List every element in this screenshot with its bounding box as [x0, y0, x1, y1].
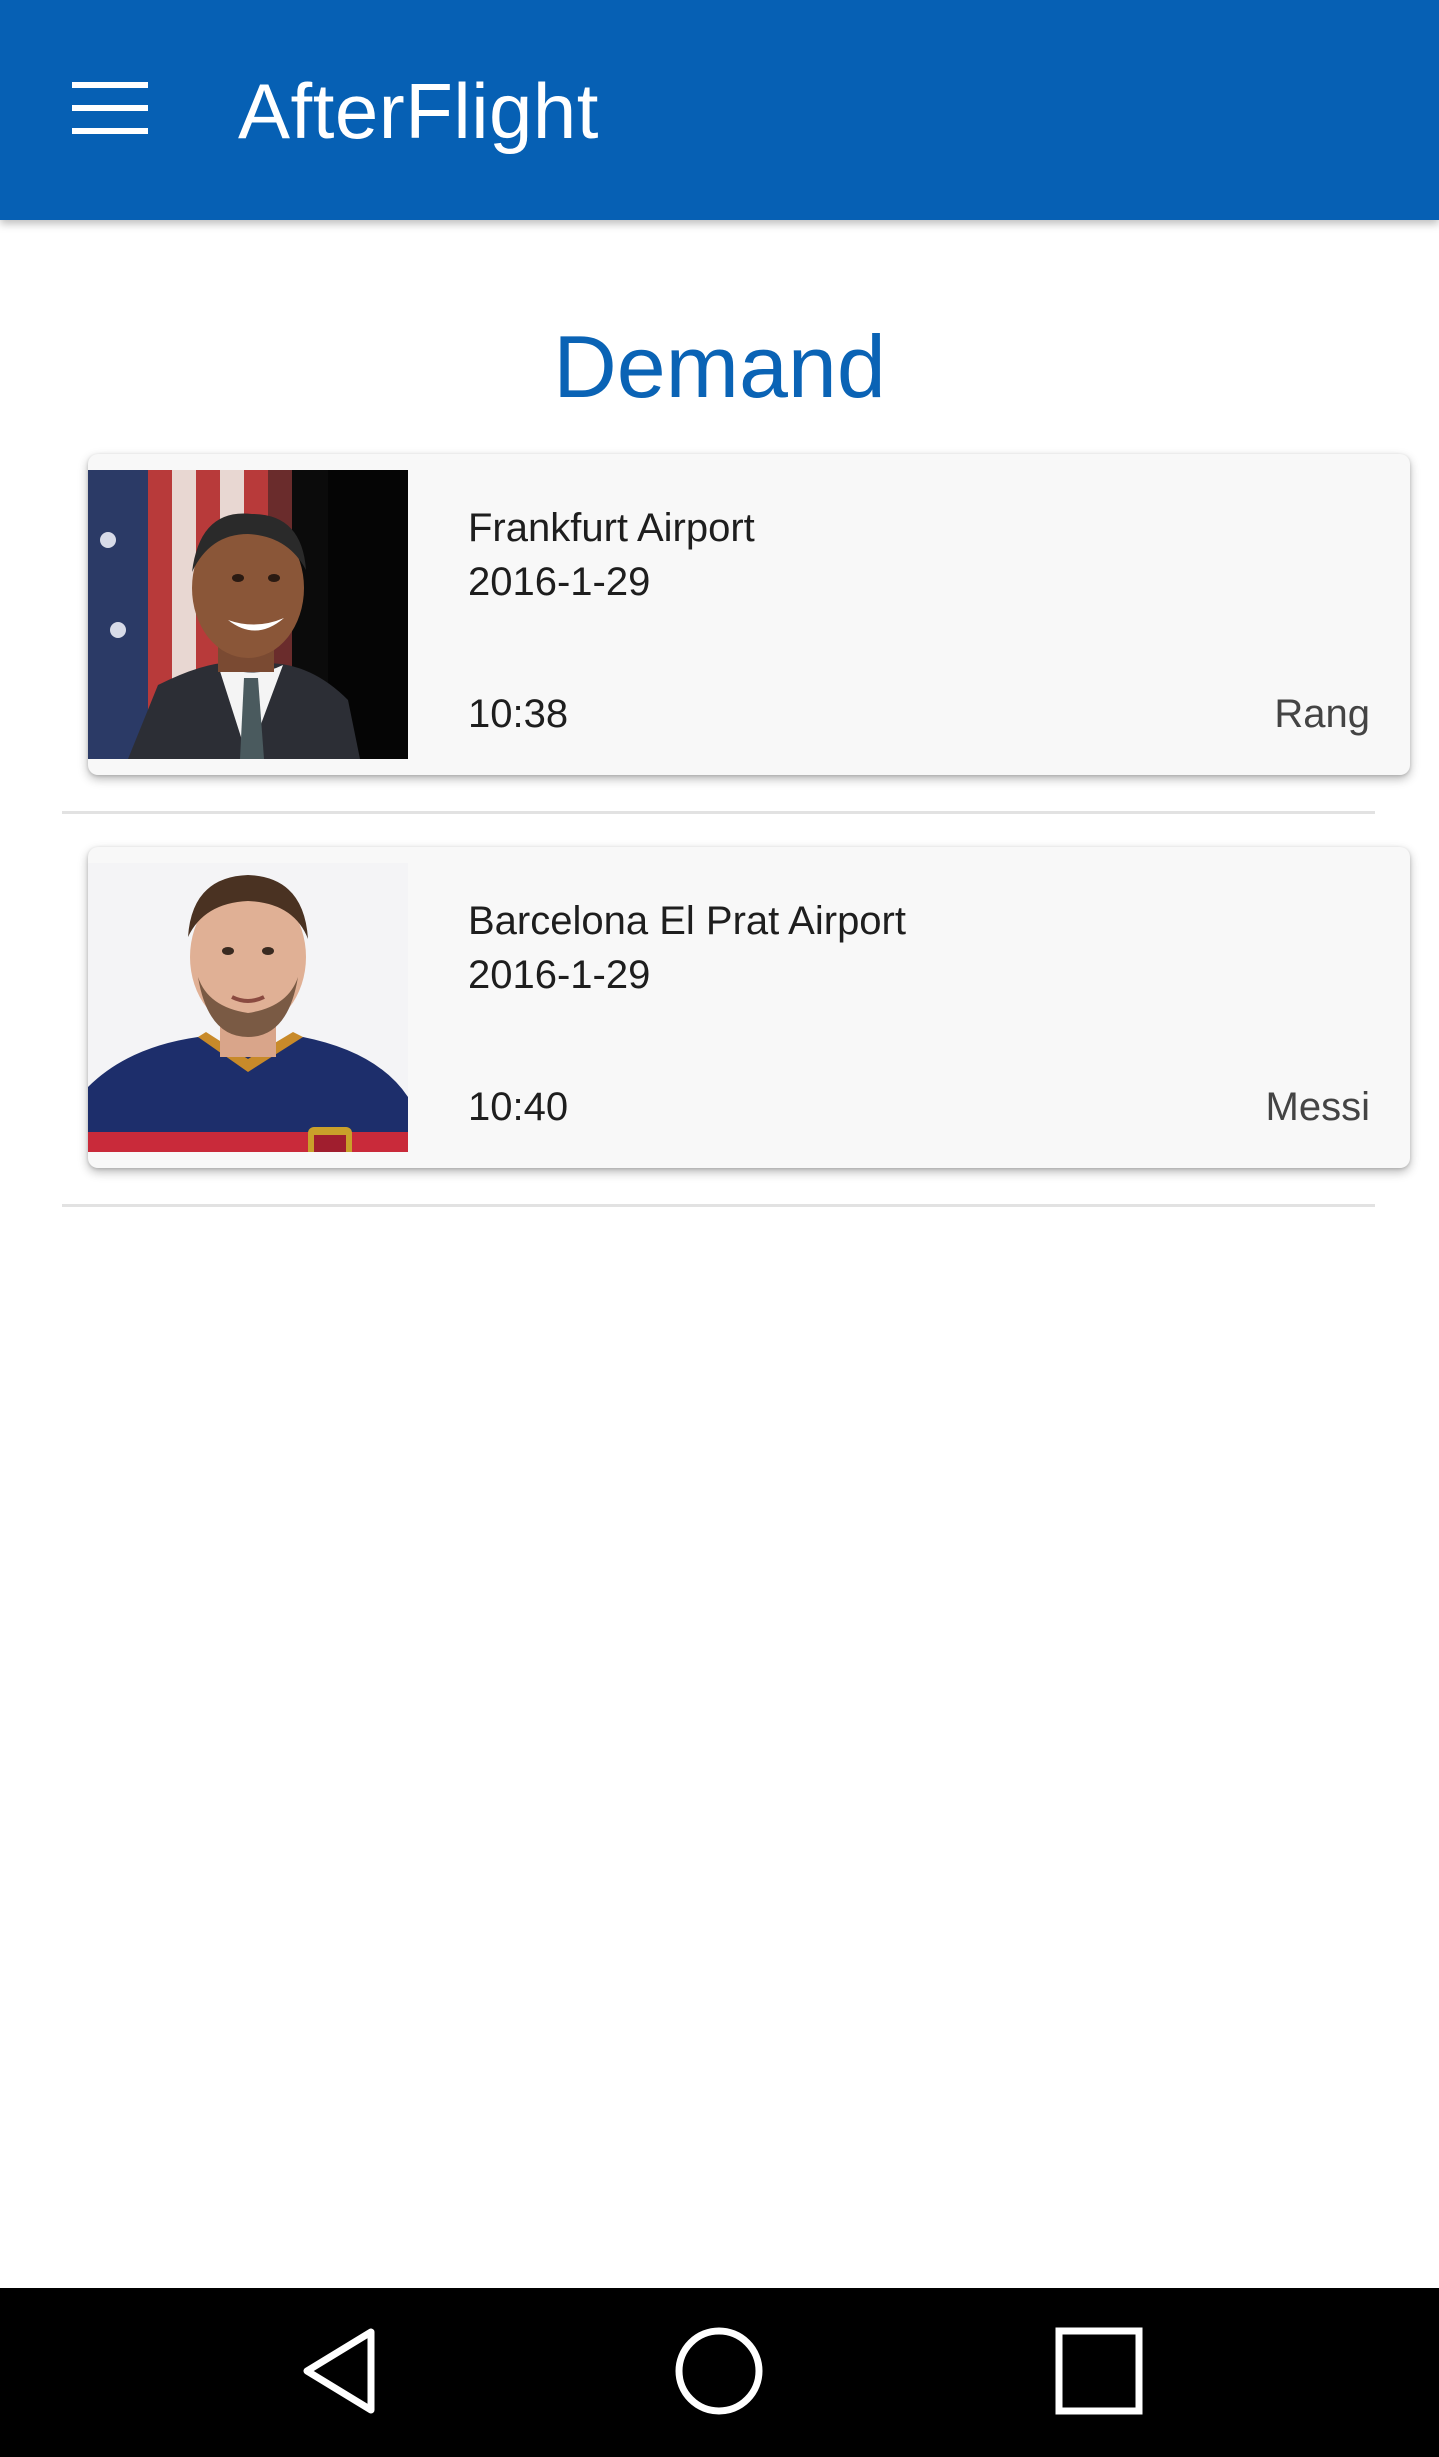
page-title: Demand: [553, 317, 886, 416]
demand-card[interactable]: Barcelona El Prat Airport 2016-1-29 10:4…: [88, 847, 1410, 1168]
app-title: AfterFlight: [238, 67, 599, 155]
portrait-photo: [88, 863, 408, 1152]
system-nav-bar: [0, 2288, 1439, 2457]
demand-list: Frankfurt Airport 2016-1-29 10:38 Rang B…: [62, 454, 1410, 1240]
home-button[interactable]: [654, 2308, 784, 2438]
airport-name: Frankfurt Airport: [468, 506, 755, 550]
list-divider: [62, 811, 1375, 814]
back-triangle-icon: [299, 2326, 379, 2421]
recents-button[interactable]: [1034, 2308, 1164, 2438]
flight-time: 10:38: [468, 692, 569, 736]
demand-card[interactable]: Frankfurt Airport 2016-1-29 10:38 Rang: [88, 454, 1410, 775]
list-divider: [62, 1204, 1375, 1207]
list-item: Barcelona El Prat Airport 2016-1-29 10:4…: [62, 847, 1410, 1240]
recents-square-icon: [1054, 2326, 1144, 2421]
back-button[interactable]: [274, 2308, 404, 2438]
person-name: Messi: [1265, 1085, 1370, 1129]
list-item: Frankfurt Airport 2016-1-29 10:38 Rang: [62, 454, 1410, 847]
portrait-photo: [88, 470, 408, 759]
person-name: Rang: [1274, 692, 1370, 736]
flight-date: 2016-1-29: [468, 560, 651, 604]
app-bar: AfterFlight: [0, 0, 1439, 220]
home-circle-icon: [673, 2325, 765, 2422]
screen: AfterFlight Demand Frankfurt Airport 201…: [0, 0, 1439, 2457]
hamburger-menu-icon: [72, 81, 148, 139]
airport-name: Barcelona El Prat Airport: [468, 899, 906, 943]
flight-time: 10:40: [468, 1085, 569, 1129]
menu-button[interactable]: [52, 60, 168, 160]
flight-date: 2016-1-29: [468, 953, 651, 997]
